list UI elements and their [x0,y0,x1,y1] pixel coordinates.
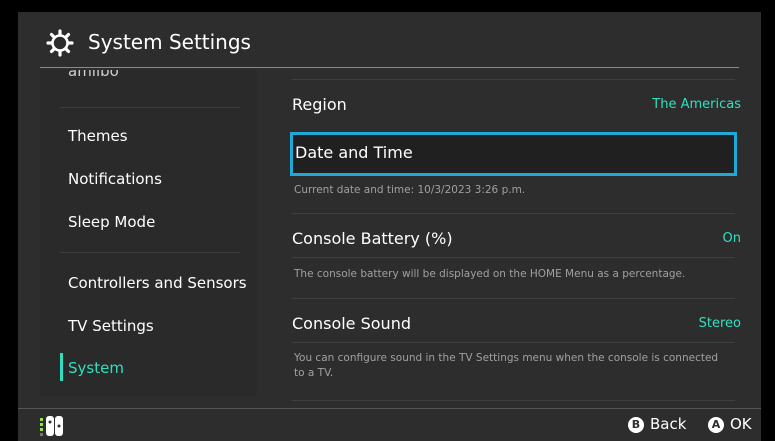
controller-icon [40,416,63,436]
row-divider [292,342,735,343]
b-button-icon: B [628,417,644,433]
region-value: The Americas [652,97,741,112]
date-and-time-label: Date and Time [295,143,413,162]
console-sound-label: Console Sound [292,314,411,333]
sidebar-divider [60,252,240,253]
console-battery-desc: The console battery will be displayed on… [294,268,686,280]
system-settings-screen: amiibo Themes Notifications Sleep Mode C… [18,12,761,441]
header-divider [40,67,739,68]
back-button[interactable]: Back [650,415,686,433]
row-divider [292,213,735,214]
region-label: Region [292,95,347,114]
console-battery-value: On [722,231,741,246]
clipped-row-value: ⌃ [728,70,739,76]
sidebar-item-controllers-and-sensors[interactable]: Controllers and Sensors [68,274,247,292]
sidebar-item-amiibo[interactable]: amiibo [68,70,119,80]
sidebar-item-themes[interactable]: Themes [68,127,128,145]
row-divider [292,257,735,258]
sidebar-item-tv-settings[interactable]: TV Settings [68,317,154,335]
console-sound-desc: You can configure sound in the TV Settin… [294,352,719,379]
sidebar-item-sleep-mode[interactable]: Sleep Mode [68,213,155,231]
page-title: System Settings [88,30,251,54]
sidebar-divider [60,107,240,108]
sidebar-item-system[interactable]: System [68,359,124,377]
row-divider [292,298,735,299]
console-battery-label: Console Battery (%) [292,229,453,248]
sidebar-active-indicator [60,353,63,381]
header: System Settings [18,12,761,70]
ok-button[interactable]: OK [730,415,752,433]
row-divider [292,400,735,401]
settings-list: ⌃ Region The Americas Date and Time Curr… [282,70,745,410]
date-and-time-desc: Current date and time: 10/3/2023 3:26 p.… [294,184,526,196]
date-and-time-row[interactable]: Date and Time [290,132,737,176]
sidebar: amiibo Themes Notifications Sleep Mode C… [40,70,257,396]
row-divider [292,79,735,80]
sidebar-item-notifications[interactable]: Notifications [68,170,162,188]
gear-icon [46,29,74,57]
console-sound-value: Stereo [698,316,741,331]
footer: B Back A OK [18,408,761,441]
footer-divider [18,408,761,409]
a-button-icon: A [708,417,724,433]
